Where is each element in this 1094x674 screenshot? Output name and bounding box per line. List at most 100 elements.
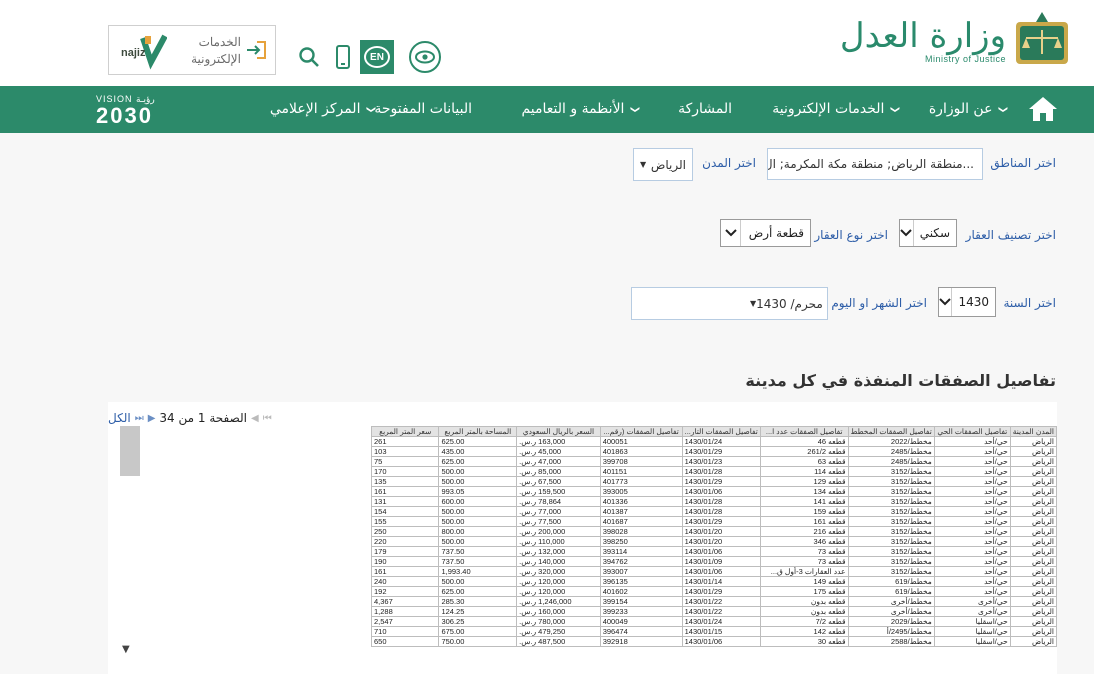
table-cell: 192 (370, 586, 440, 597)
nav-item-eservices[interactable]: الخدمات الإلكترونية ❯ (772, 86, 899, 133)
column-header[interactable]: سعر المتر المربع (370, 426, 440, 437)
table-cell: 392918 (599, 636, 683, 647)
chevron-down-icon (939, 288, 953, 316)
table-cell: 750.00 (438, 636, 518, 647)
table-cell: 131 (370, 496, 440, 507)
show-all-link[interactable]: الكل (108, 411, 131, 425)
najiz-brand: najiz (121, 47, 146, 59)
table-cell: قطعه 129 (759, 476, 849, 487)
column-header[interactable]: المدن المدينة (1009, 426, 1057, 437)
scroll-down-arrow-icon[interactable]: ▼ (122, 644, 130, 655)
table-cell: الرياض (1009, 586, 1057, 597)
table-cell: 1430/01/29 (681, 586, 761, 597)
next-page-icon[interactable]: ▶ (148, 413, 156, 424)
table-cell: 85,000 ر.س. (516, 466, 601, 477)
classification-select[interactable]: سكني (899, 219, 957, 247)
column-header[interactable]: تفاصيل الصفقات عدد ا... (759, 426, 849, 437)
property-type-select[interactable]: قطعة أرض (720, 219, 811, 247)
table-cell: حي/أحد (933, 576, 1011, 587)
table-cell: 500.00 (438, 476, 518, 487)
table-cell: مخطط/2485 (847, 446, 935, 457)
language-button[interactable]: EN (360, 40, 394, 74)
table-cell: حي/أحد (933, 546, 1011, 557)
table-cell: الرياض (1009, 576, 1057, 587)
table-cell: الرياض (1009, 486, 1057, 497)
home-button[interactable] (1028, 96, 1058, 126)
table-cell: 393007 (599, 566, 683, 577)
column-header[interactable]: تفاصيل الصفقات المخطط (847, 426, 935, 437)
cities-select[interactable]: ▼ الرياض (633, 148, 693, 181)
chevron-down-icon: ❯ (365, 105, 376, 114)
column-header[interactable]: تفاصيل الصفقات التار... (681, 426, 761, 437)
table-cell: الرياض (1009, 456, 1057, 467)
month-day-select[interactable]: ▼ محرم/ 1430 (631, 287, 828, 320)
table-row: الرياض حي/أخرى مخطط/أخرى قطعه بدون 1430/01/2… (370, 596, 1057, 607)
nav-item-about[interactable]: عن الوزارة ❯ (929, 86, 1008, 133)
last-page-icon[interactable]: ⏭ (135, 413, 144, 424)
table-cell: 435.00 (438, 446, 518, 457)
table-cell: 393114 (599, 546, 683, 557)
table-cell: 396474 (599, 626, 683, 637)
vision-2030-logo[interactable]: VISION رؤيـة 2030 (96, 94, 155, 127)
table-cell: 160,000 ر.س. (516, 606, 601, 617)
table-cell: مخطط/3152 (847, 556, 935, 567)
table-cell: 398028 (599, 526, 683, 537)
nav-item-regulations[interactable]: الأنظمة و التعاميم ❯ (521, 86, 639, 133)
nav-item-media-center[interactable]: المركز الإعلامي ❯ (270, 86, 376, 133)
table-cell: حي/اسقليا (933, 636, 1011, 647)
table-cell: 401773 (599, 476, 683, 487)
column-header[interactable]: المساحة بالمتر المربع (438, 426, 518, 437)
table-cell: 500.00 (438, 516, 518, 527)
regions-multiselect[interactable]: منطقة الرياض; منطقة مكة المكرمة; ال... (767, 148, 983, 180)
table-cell: مخطط/3152 (847, 526, 935, 537)
table-row: الرياض حي/أحد مخطط/3152 قطعه 129 1430/01/29 4… (370, 476, 1057, 487)
table-cell: حي/أحد (933, 436, 1011, 447)
table-cell: الرياض (1009, 476, 1057, 487)
table-row: الرياض حي/أحد مخطط/2485 قطعه 261/2 1430/01/2… (370, 446, 1057, 457)
table-cell: قطعه 142 (759, 626, 849, 637)
section-title: تفاصيل الصفقات المنفذة في كل مدينة (745, 371, 1056, 390)
najiz-eservices-link[interactable]: الخدمات الإلكترونية najiz (108, 25, 276, 75)
ministry-logo[interactable]: وزارة العدل Ministry of Justice (840, 8, 1070, 68)
table-cell: مخطط/أخرى (847, 606, 935, 617)
search-button[interactable] (292, 40, 326, 74)
year-select[interactable]: 1430 (938, 287, 996, 317)
table-cell: قطعه 114 (759, 466, 849, 477)
site-header: وزارة العدل Ministry of Justice EN الخدم… (0, 0, 1094, 86)
column-header[interactable]: تفاصيل الصفقات الحي (933, 426, 1011, 437)
table-cell: 625.00 (438, 436, 518, 447)
table-cell: 500.00 (438, 576, 518, 587)
table-cell: 110,000 ر.س. (516, 536, 601, 547)
page-indicator: الصفحة 1 من 34 (159, 411, 248, 425)
column-header[interactable]: تفاصيل الصفقات (رقم... (599, 426, 683, 437)
table-cell: 140,000 ر.س. (516, 556, 601, 567)
table-row: الرياض حي/أحد مخطط/3152 قطعه 346 1430/01/20 3… (370, 536, 1057, 547)
chevron-down-icon: ❯ (889, 105, 900, 114)
mobile-app-button[interactable] (326, 40, 360, 74)
page: وزارة العدل Ministry of Justice EN الخدم… (0, 0, 1094, 674)
table-cell: عدد العقارات 3-أول ق... (759, 566, 849, 577)
nav-item-participation[interactable]: المشاركة (678, 86, 732, 133)
table-cell: حي/اسقليا (933, 626, 1011, 637)
table-cell: الرياض (1009, 566, 1057, 577)
table-cell: مخطط/3152 (847, 566, 935, 577)
table-cell: حي/أحد (933, 486, 1011, 497)
accessibility-eye-button[interactable] (408, 40, 442, 74)
table-cell: مخطط/2022 (847, 436, 935, 447)
table-cell: 47,000 ر.س. (516, 456, 601, 467)
table-cell: حي/أخرى (933, 596, 1011, 607)
table-cell: 396135 (599, 576, 683, 587)
table-cell: 399708 (599, 456, 683, 467)
table-cell: الرياض (1009, 556, 1057, 567)
cities-value: الرياض (650, 157, 686, 172)
scrollbar-thumb[interactable] (120, 426, 140, 476)
table-cell: حي/أحد (933, 516, 1011, 527)
table-cell: مخطط/3152 (847, 546, 935, 557)
table-cell: 1,993.40 (438, 566, 518, 577)
column-header[interactable]: السعر بالريال السعودي (516, 426, 601, 437)
table-cell: حي/أحد (933, 536, 1011, 547)
year-value: 1430 (958, 295, 989, 309)
table-cell: مخطط/2588 (847, 636, 935, 647)
table-cell: مخطط/2495/أ (847, 626, 935, 637)
table-cell: 500.00 (438, 466, 518, 477)
